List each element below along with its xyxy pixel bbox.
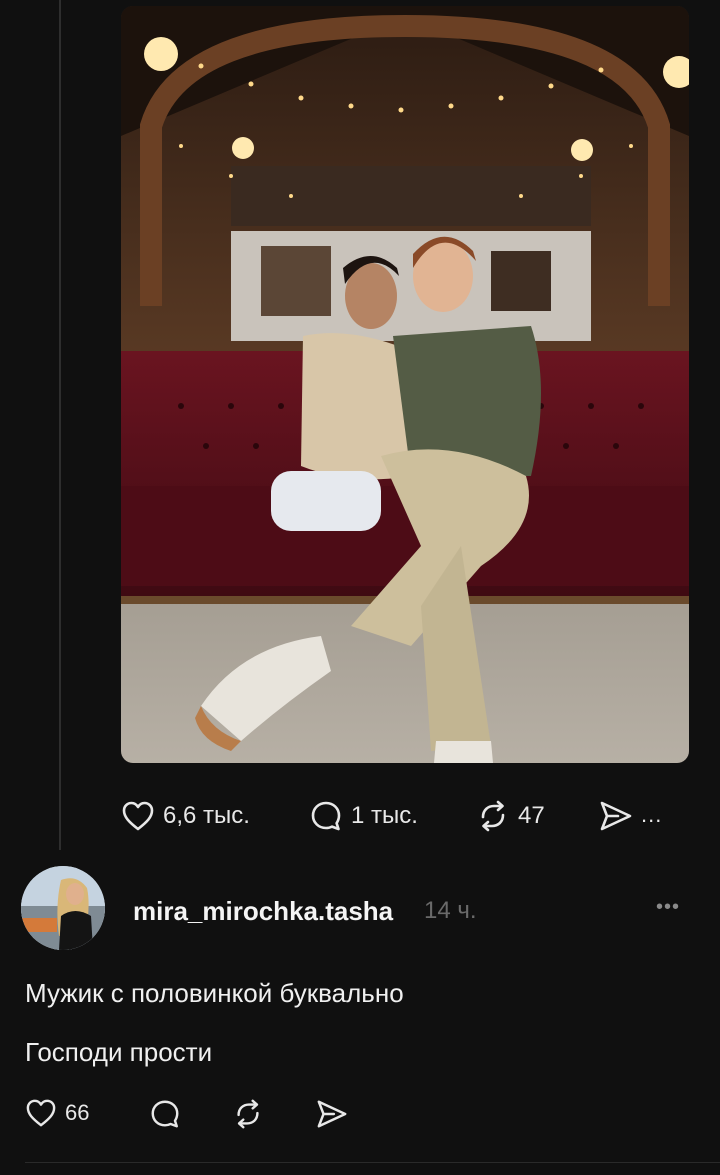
- post-actions: 6,6 тыс. 1 тыс. 47 ...: [121, 796, 681, 836]
- comment-like-button[interactable]: 66: [25, 1098, 89, 1128]
- avatar-image: [21, 866, 105, 950]
- repost-button[interactable]: 47: [476, 799, 545, 833]
- comment-share-button[interactable]: [315, 1098, 349, 1130]
- comment-repost-button[interactable]: [232, 1098, 264, 1130]
- thread-line: [59, 0, 61, 850]
- speech-bubble-icon: [151, 1100, 179, 1128]
- comment-count: 1 тыс.: [351, 802, 418, 829]
- heart-icon: [26, 1099, 56, 1127]
- like-button[interactable]: 6,6 тыс.: [121, 800, 250, 832]
- divider: [25, 1162, 720, 1163]
- comment-like-count: 66: [65, 1100, 90, 1125]
- repost-icon: [237, 1099, 259, 1129]
- like-count: 6,6 тыс.: [163, 802, 250, 829]
- send-icon: [317, 1100, 347, 1128]
- repost-icon: [481, 800, 505, 832]
- comment-username[interactable]: mira_mirochka.tasha: [133, 896, 393, 927]
- post-photo-image: [121, 6, 689, 763]
- comment-menu-button[interactable]: •••: [656, 896, 680, 919]
- share-button[interactable]: [598, 799, 634, 833]
- comment-button[interactable]: 1 тыс.: [309, 799, 418, 833]
- speech-bubble-icon: [311, 801, 341, 831]
- comment-actions: 66: [25, 1098, 385, 1134]
- more-stats[interactable]: ...: [641, 802, 662, 828]
- comment-text-line-1: Мужик с половинкой буквально: [25, 978, 404, 1008]
- comment-time: 14 ч.: [424, 897, 477, 924]
- post-photo[interactable]: [121, 6, 689, 763]
- comment-reply-button[interactable]: [149, 1098, 181, 1130]
- comment-text-line-2: Господи прости: [25, 1037, 213, 1067]
- send-icon: [600, 801, 632, 831]
- repost-count: 47: [518, 802, 545, 829]
- heart-icon: [122, 801, 154, 831]
- avatar[interactable]: [21, 866, 105, 950]
